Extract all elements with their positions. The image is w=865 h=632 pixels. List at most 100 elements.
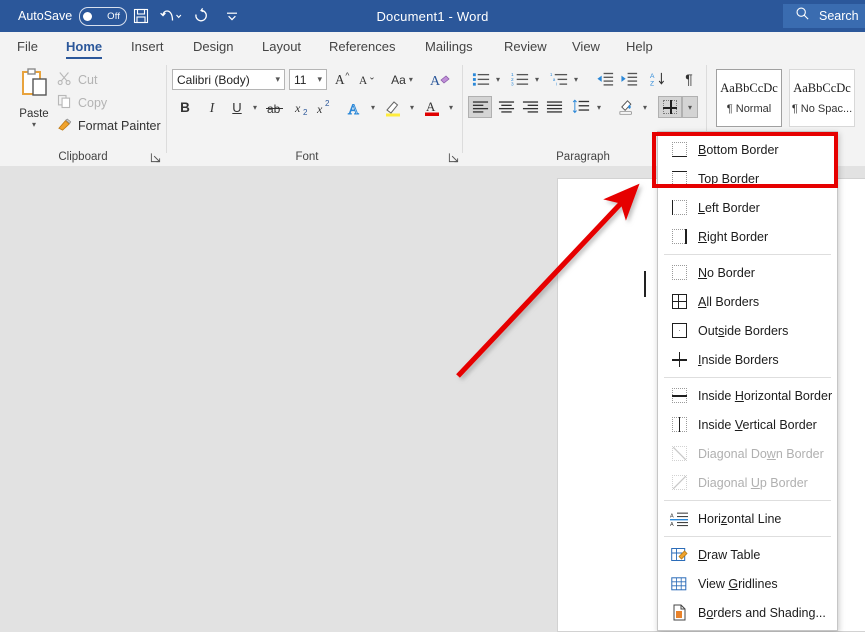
shading-icon[interactable] (616, 96, 638, 118)
format-painter-button[interactable]: Format Painter (57, 117, 161, 135)
menu-item-draw-table[interactable]: Draw Table (658, 540, 837, 569)
line-spacing-chevron-down-icon[interactable]: ▾ (592, 96, 606, 118)
tab-references[interactable]: References (320, 32, 404, 61)
numbering-icon[interactable]: 1 2 3 (509, 69, 531, 89)
font-dialog-launcher-icon[interactable] (448, 150, 460, 162)
style-card-normal[interactable]: AaBbCcDc ¶ Normal (716, 69, 782, 127)
justify-icon[interactable] (542, 96, 566, 118)
search-box[interactable]: Search (783, 4, 865, 28)
align-right-icon[interactable] (518, 96, 542, 118)
borders-chevron-down-icon[interactable]: ▾ (682, 96, 698, 118)
bullets-chevron-down-icon[interactable]: ▾ (491, 69, 505, 89)
font-name-chevron-down-icon[interactable]: ▾ (275, 74, 280, 85)
copy-button[interactable]: Copy (57, 94, 107, 112)
menu-item-horizontal-line[interactable]: A A Horizontal Line (658, 504, 837, 533)
line-spacing-icon[interactable] (570, 96, 592, 118)
change-case-chevron-down-icon[interactable]: ▾ (409, 75, 413, 84)
search-placeholder-label: Search (819, 9, 859, 23)
underline-chevron-down-icon[interactable]: ▾ (248, 97, 262, 118)
svg-text:A: A (670, 513, 674, 519)
borders-and-shading-icon (666, 603, 692, 623)
autosave-control[interactable]: AutoSave Off (18, 6, 127, 26)
svg-text:A: A (650, 73, 655, 80)
paste-button[interactable]: Paste ▾ (8, 67, 60, 143)
change-case-icon[interactable]: Aa▾ (385, 69, 419, 90)
menu-item-bottom-border[interactable]: Bottom Border (658, 135, 837, 164)
underline-button[interactable]: U (227, 97, 247, 118)
save-icon[interactable] (130, 5, 152, 27)
undo-icon[interactable] (159, 5, 185, 27)
customize-quick-access-icon[interactable] (222, 5, 242, 27)
menu-item-inside-horizontal-border[interactable]: Inside Horizontal Border (658, 381, 837, 410)
decrease-indent-icon[interactable] (594, 69, 616, 89)
svg-text:A: A (670, 522, 674, 527)
redo-icon[interactable] (191, 5, 213, 27)
menu-item-all-borders[interactable]: All Borders (658, 287, 837, 316)
menu-item-no-border[interactable]: No Border (658, 258, 837, 287)
diagonal-up-border-icon (666, 473, 692, 493)
menu-item-diagonal-up-border[interactable]: Diagonal Up Border (658, 468, 837, 497)
tab-mailings[interactable]: Mailings (416, 32, 482, 61)
font-group-label: Font (172, 151, 442, 163)
menu-item-inside-vertical-border[interactable]: Inside Vertical Border (658, 410, 837, 439)
menu-item-diagonal-down-border[interactable]: Diagonal Down Border (658, 439, 837, 468)
format-painter-button-label: Format Painter (78, 119, 161, 133)
text-effects-icon[interactable]: A (344, 97, 366, 118)
tab-insert[interactable]: Insert (122, 32, 173, 61)
clipboard-dialog-launcher-icon[interactable] (150, 150, 162, 162)
strikethrough-icon[interactable]: ab (264, 97, 286, 118)
align-left-icon[interactable] (468, 96, 492, 118)
menu-item-borders-and-shading[interactable]: Borders and Shading... (658, 598, 837, 627)
shading-chevron-down-icon[interactable]: ▾ (638, 96, 652, 118)
menu-item-outside-borders[interactable]: Outside Borders (658, 316, 837, 345)
menu-item-view-gridlines[interactable]: View Gridlines (658, 569, 837, 598)
tab-layout[interactable]: Layout (253, 32, 310, 61)
menu-item-top-border[interactable]: Top Border (658, 164, 837, 193)
text-highlight-chevron-down-icon[interactable]: ▾ (405, 97, 419, 118)
bold-button[interactable]: B (175, 97, 195, 118)
svg-text:i: i (555, 82, 556, 87)
svg-text:A: A (430, 74, 441, 89)
superscript-icon[interactable]: x2 (313, 97, 335, 118)
multilevel-list-icon[interactable]: 1 a i (548, 69, 570, 89)
bullets-icon[interactable] (470, 69, 492, 89)
tab-help[interactable]: Help (617, 32, 662, 61)
clear-formatting-icon[interactable]: A (428, 69, 452, 90)
subscript-icon[interactable]: x2 (291, 97, 313, 118)
font-color-icon[interactable]: A (422, 97, 444, 118)
tab-file[interactable]: File (8, 32, 47, 61)
align-center-icon[interactable] (494, 96, 518, 118)
sort-icon[interactable]: AZ (648, 69, 670, 89)
style-card-no-spacing[interactable]: AaBbCcDc ¶ No Spac... (789, 69, 855, 127)
menu-item-inside-borders[interactable]: Inside Borders (658, 345, 837, 374)
font-size-combo[interactable]: 11 ▾ (289, 69, 327, 90)
borders-icon[interactable] (658, 96, 682, 118)
show-formatting-marks-icon[interactable]: ¶ (678, 69, 700, 89)
autosave-state-label: Off (107, 11, 120, 22)
text-effects-chevron-down-icon[interactable]: ▾ (366, 97, 380, 118)
paste-chevron-down-icon[interactable]: ▾ (32, 120, 36, 129)
multilevel-list-chevron-down-icon[interactable]: ▾ (569, 69, 583, 89)
tab-home[interactable]: Home (57, 32, 111, 61)
italic-button[interactable]: I (202, 97, 222, 118)
font-size-chevron-down-icon[interactable]: ▾ (317, 74, 322, 85)
grow-font-icon[interactable]: A^ (332, 69, 354, 90)
text-highlight-icon[interactable] (383, 97, 405, 118)
font-size-value: 11 (294, 73, 306, 87)
shrink-font-icon[interactable]: A⌄ (356, 69, 378, 90)
menu-item-label: All Borders (698, 295, 759, 309)
font-name-combo[interactable]: Calibri (Body) ▾ (172, 69, 285, 90)
tab-review[interactable]: Review (495, 32, 556, 61)
menu-item-right-border[interactable]: Right Border (658, 222, 837, 251)
svg-text:⌄: ⌄ (368, 72, 375, 82)
increase-indent-icon[interactable] (618, 69, 640, 89)
svg-text:A: A (335, 72, 345, 87)
cut-button[interactable]: Cut (57, 71, 97, 89)
tab-view[interactable]: View (563, 32, 609, 61)
autosave-toggle[interactable]: Off (79, 7, 127, 26)
tab-design[interactable]: Design (184, 32, 242, 61)
font-color-chevron-down-icon[interactable]: ▾ (444, 97, 458, 118)
menu-item-left-border[interactable]: Left Border (658, 193, 837, 222)
numbering-chevron-down-icon[interactable]: ▾ (530, 69, 544, 89)
horizontal-line-icon: A A (666, 509, 692, 529)
